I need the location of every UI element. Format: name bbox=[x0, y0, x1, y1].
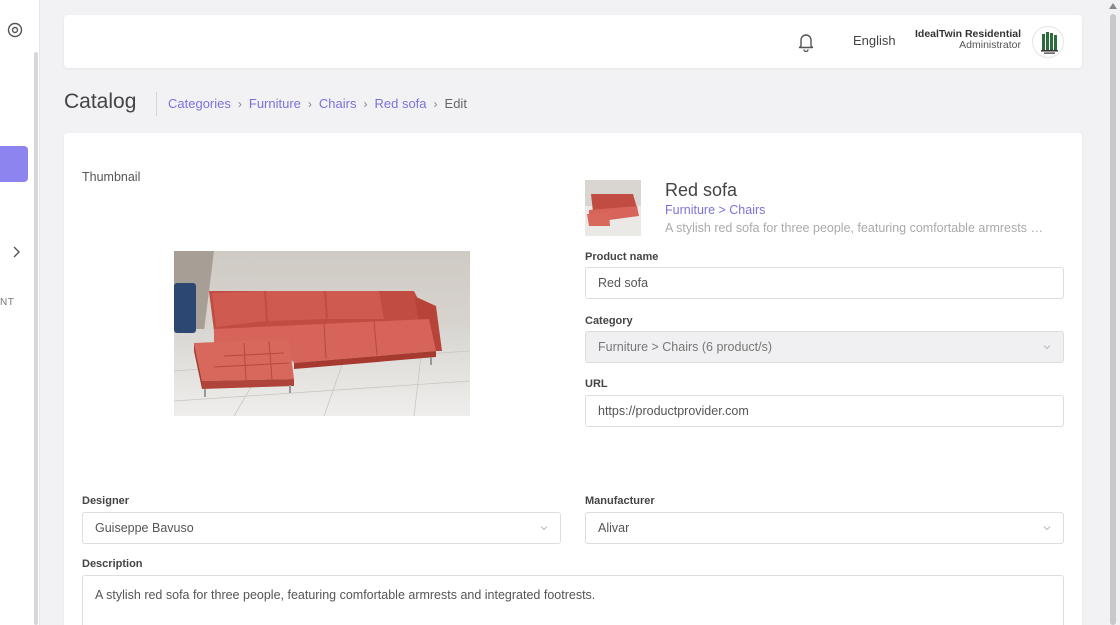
preview-category-path[interactable]: Furniture > Chairs bbox=[665, 203, 765, 217]
chevron-down-icon bbox=[1043, 345, 1051, 350]
sofa-image bbox=[174, 251, 470, 416]
sidebar-section-label: NT bbox=[0, 297, 15, 308]
breadcrumb-furniture[interactable]: Furniture bbox=[249, 96, 301, 111]
chevron-right-icon: › bbox=[363, 96, 368, 111]
sofa-small-image bbox=[585, 180, 641, 236]
chevron-right-icon: › bbox=[307, 96, 312, 111]
language-selector[interactable]: English bbox=[853, 33, 896, 48]
sidebar-scrollbar[interactable] bbox=[34, 52, 38, 625]
product-name-value: Red sofa bbox=[598, 276, 649, 290]
url-label: URL bbox=[585, 378, 608, 390]
target-circle-icon[interactable] bbox=[7, 22, 23, 38]
product-edit-card: Thumbnail Red sofa Furniture > Chairs A … bbox=[64, 133, 1082, 625]
url-value: https://productprovider.com bbox=[598, 404, 749, 418]
designer-value: Guiseppe Bavuso bbox=[95, 521, 194, 535]
description-textarea[interactable]: A stylish red sofa for three people, fea… bbox=[82, 575, 1064, 625]
product-name-label: Product name bbox=[585, 251, 659, 263]
category-select[interactable]: Furniture > Chairs (6 product/s) bbox=[585, 331, 1064, 363]
building-logo-icon bbox=[1041, 32, 1058, 54]
description-value: A stylish red sofa for three people, fea… bbox=[95, 588, 596, 602]
designer-select[interactable]: Guiseppe Bavuso bbox=[82, 512, 561, 544]
preview-description: A stylish red sofa for three people, fea… bbox=[665, 221, 1045, 235]
user-role: Administrator bbox=[959, 39, 1021, 51]
preview-product-name: Red sofa bbox=[665, 180, 738, 200]
manufacturer-select[interactable]: Alivar bbox=[585, 512, 1064, 544]
scroll-up-arrow-icon[interactable] bbox=[1109, 3, 1117, 9]
category-label: Category bbox=[585, 315, 633, 327]
page-scrollbar-thumb[interactable] bbox=[1110, 14, 1116, 625]
designer-label: Designer bbox=[82, 495, 130, 507]
thumbnail-label: Thumbnail bbox=[82, 170, 141, 184]
top-header: English IdealTwin Residential Administra… bbox=[64, 15, 1082, 68]
page-scrollbar[interactable] bbox=[1106, 0, 1120, 625]
title-divider bbox=[156, 92, 157, 116]
chevron-down-icon bbox=[540, 526, 548, 531]
url-input[interactable]: https://productprovider.com bbox=[585, 395, 1064, 427]
description-label: Description bbox=[82, 558, 143, 570]
page-title: Catalog bbox=[64, 90, 137, 113]
chevron-right-icon: › bbox=[237, 96, 242, 111]
sidebar: NT bbox=[0, 0, 40, 625]
chevron-right-icon[interactable] bbox=[11, 245, 23, 259]
chevron-right-icon: › bbox=[433, 96, 438, 111]
bell-icon[interactable] bbox=[797, 32, 815, 52]
manufacturer-label: Manufacturer bbox=[585, 495, 655, 507]
avatar[interactable] bbox=[1032, 26, 1064, 58]
manufacturer-value: Alivar bbox=[598, 521, 630, 535]
breadcrumb-current: Edit bbox=[444, 96, 467, 111]
preview-thumbnail bbox=[585, 180, 641, 236]
breadcrumb-categories[interactable]: Categories bbox=[168, 96, 231, 111]
thumbnail-image[interactable] bbox=[174, 251, 470, 416]
breadcrumb-chairs[interactable]: Chairs bbox=[319, 96, 357, 111]
user-info[interactable]: IdealTwin Residential Administrator bbox=[915, 29, 1021, 51]
breadcrumb: Categories › Furniture › Chairs › Red so… bbox=[168, 96, 467, 111]
chevron-down-icon bbox=[1043, 526, 1051, 531]
category-value: Furniture > Chairs (6 product/s) bbox=[598, 340, 773, 354]
breadcrumb-red-sofa[interactable]: Red sofa bbox=[374, 96, 426, 111]
sidebar-active-item[interactable] bbox=[0, 146, 28, 182]
product-name-input[interactable]: Red sofa bbox=[585, 267, 1064, 299]
